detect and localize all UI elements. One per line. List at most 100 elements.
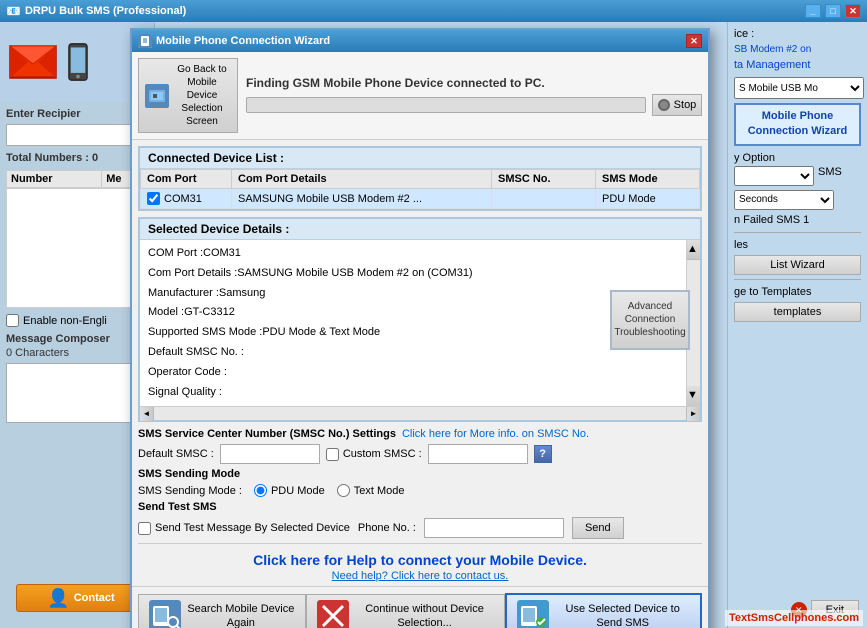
scrollbar-up[interactable]: ▲	[687, 240, 700, 260]
app-icon: 📧	[6, 4, 21, 18]
detail-comport: COM Port :COM31	[148, 244, 692, 264]
chars-label: 0 Characters	[6, 347, 148, 359]
search-device-btn[interactable]: Search Mobile Device Again	[138, 594, 306, 628]
enter-recipients-label: Enter Recipier	[6, 108, 148, 120]
text-mode-radio[interactable]	[337, 484, 350, 497]
use-selected-btn-text: Use Selected Device to Send SMS	[555, 602, 690, 628]
detail-signal: Signal Quality :	[148, 383, 692, 403]
com-port-details-col: Com Port Details	[232, 170, 492, 189]
right-les: les	[734, 239, 861, 251]
connected-section-header: Connected Device List :	[140, 148, 700, 169]
right-failed-sms: n Failed SMS 1	[734, 214, 861, 226]
use-selected-icon	[517, 600, 549, 628]
stop-btn[interactable]: Stop	[652, 94, 702, 116]
use-selected-btn[interactable]: Use Selected Device to Send SMS	[505, 593, 702, 628]
phone-no-label: Phone No. :	[358, 522, 416, 534]
sms-mode-section-label: SMS Sending Mode	[138, 468, 702, 480]
smsc-section-label: SMS Service Center Number (SMSC No.) Set…	[138, 428, 396, 440]
help-link[interactable]: Need help? Click here to contact us.	[332, 570, 509, 582]
right-device-info: SB Modem #2 on	[734, 44, 861, 55]
templates-btn[interactable]: templates	[734, 302, 861, 322]
wizard-title-bar: Mobile Phone Connection Wizard ✕	[132, 30, 708, 52]
connected-device-section: Connected Device List : Com Port Com Por…	[138, 146, 702, 211]
pdu-mode-text: PDU Mode	[271, 485, 325, 497]
wizard-header: Go Back to Mobile Device Selection Scree…	[132, 52, 708, 140]
device-row-mode: PDU Mode	[596, 189, 700, 209]
wizard-header-title: Finding GSM Mobile Phone Device connecte…	[246, 76, 702, 90]
default-smsc-label: Default SMSC :	[138, 448, 214, 460]
text-mode-label: Text Mode	[337, 484, 405, 497]
custom-smsc-check[interactable]	[326, 448, 339, 461]
envelope-icon	[8, 42, 58, 82]
phone-no-input[interactable]	[424, 518, 564, 538]
hscroll-right[interactable]: ►	[686, 407, 700, 421]
text-mode-text: Text Mode	[354, 485, 405, 497]
right-data-mgmt[interactable]: ta Management	[734, 59, 861, 71]
continue-btn[interactable]: Continue without Device Selection...	[306, 594, 506, 628]
send-btn[interactable]: Send	[572, 517, 624, 539]
detail-comport-details: Com Port Details :SAMSUNG Mobile USB Mod…	[148, 264, 692, 284]
recipients-input[interactable]	[6, 124, 146, 146]
continue-btn-icon	[317, 600, 349, 628]
device-dropdown[interactable]: S Mobile USB Mo	[734, 77, 864, 99]
maximize-btn[interactable]: □	[825, 4, 841, 18]
default-smsc-input[interactable]	[220, 444, 320, 464]
device-row-comport: COM31	[141, 189, 232, 209]
wizard-close-btn[interactable]: ✕	[686, 34, 702, 48]
list-wizard-btn[interactable]: List Wizard	[734, 255, 861, 275]
watermark: TextSmsCellphones.com	[725, 610, 863, 626]
device-row[interactable]: COM31 SAMSUNG Mobile USB Modem #2 ... PD…	[141, 189, 700, 209]
detail-operator: Operator Code :	[148, 363, 692, 383]
device-row-details: SAMSUNG Mobile USB Modem #2 ...	[232, 189, 492, 209]
hscroll-left[interactable]: ◄	[140, 407, 154, 421]
sms-label: SMS	[818, 166, 842, 186]
progress-bar-container	[246, 97, 646, 113]
smsc-link[interactable]: Click here for More info. on SMSC No.	[402, 428, 589, 440]
help-main-text[interactable]: Click here for Help to connect your Mobi…	[144, 552, 696, 568]
close-btn[interactable]: ✕	[845, 4, 861, 18]
message-composer-label: Message Composer	[6, 333, 148, 345]
advanced-troubleshooting-btn[interactable]: Advanced Connection Troubleshooting	[610, 290, 690, 350]
contact-button[interactable]: 👤 Contact	[16, 584, 146, 612]
app-title: DRPU Bulk SMS (Professional)	[25, 5, 186, 17]
stop-label: Stop	[674, 99, 697, 111]
phone-icon	[64, 42, 92, 82]
details-hscrollbar[interactable]: ◄ ►	[140, 406, 700, 420]
selected-section-header: Selected Device Details :	[140, 219, 700, 240]
test-sms-label: Send Test Message By Selected Device	[155, 522, 350, 534]
right-divider1	[734, 232, 861, 233]
option-dropdown[interactable]	[734, 166, 814, 186]
right-ice-label: ice :	[734, 28, 861, 40]
device-row-smsc	[492, 189, 596, 209]
wizard-header-right: Finding GSM Mobile Phone Device connecte…	[246, 58, 702, 133]
device-details-row: Selected Device Details : COM Port :COM3…	[138, 217, 702, 422]
back-btn[interactable]: Go Back to Mobile Device Selection Scree…	[138, 58, 238, 133]
minimize-btn[interactable]: _	[805, 4, 821, 18]
advanced-btn-label: Advanced Connection Troubleshooting	[614, 300, 685, 339]
device-checkbox[interactable]	[147, 192, 160, 205]
test-sms-check[interactable]	[138, 522, 151, 535]
wizard-highlighted-btn[interactable]: Mobile PhoneConnection Wizard	[734, 103, 861, 146]
help-section: Click here for Help to connect your Mobi…	[138, 543, 702, 586]
number-col-header: Number	[7, 171, 102, 188]
sms-mode-section: SMS Sending Mode SMS Sending Mode : PDU …	[138, 468, 702, 497]
pdu-mode-radio[interactable]	[254, 484, 267, 497]
smsc-section: SMS Service Center Number (SMSC No.) Set…	[138, 428, 702, 464]
app-title-bar: 📧 DRPU Bulk SMS (Professional) _ □ ✕	[0, 0, 867, 22]
enable-noenglish-row: Enable non-Engli	[6, 314, 148, 327]
search-btn-icon	[149, 600, 181, 628]
back-icon	[145, 84, 169, 108]
seconds-dropdown[interactable]: Seconds	[734, 190, 834, 210]
message-textarea[interactable]	[6, 363, 146, 423]
scrollbar-down[interactable]: ▼	[687, 386, 700, 406]
back-btn-text: Go Back to Mobile Device Selection Scree…	[173, 63, 231, 128]
custom-smsc-input[interactable]	[428, 444, 528, 464]
window-controls: _ □ ✕	[805, 4, 861, 18]
enable-noenglish-check[interactable]	[6, 314, 19, 327]
custom-smsc-label: Custom SMSC :	[343, 448, 422, 460]
enable-noenglish-label: Enable non-Engli	[23, 315, 107, 327]
continue-btn-text: Continue without Device Selection...	[355, 602, 495, 628]
test-sms-section-label: Send Test SMS	[138, 501, 702, 513]
numbers-list-area	[6, 188, 148, 308]
smsc-help-btn[interactable]: ?	[534, 445, 552, 463]
